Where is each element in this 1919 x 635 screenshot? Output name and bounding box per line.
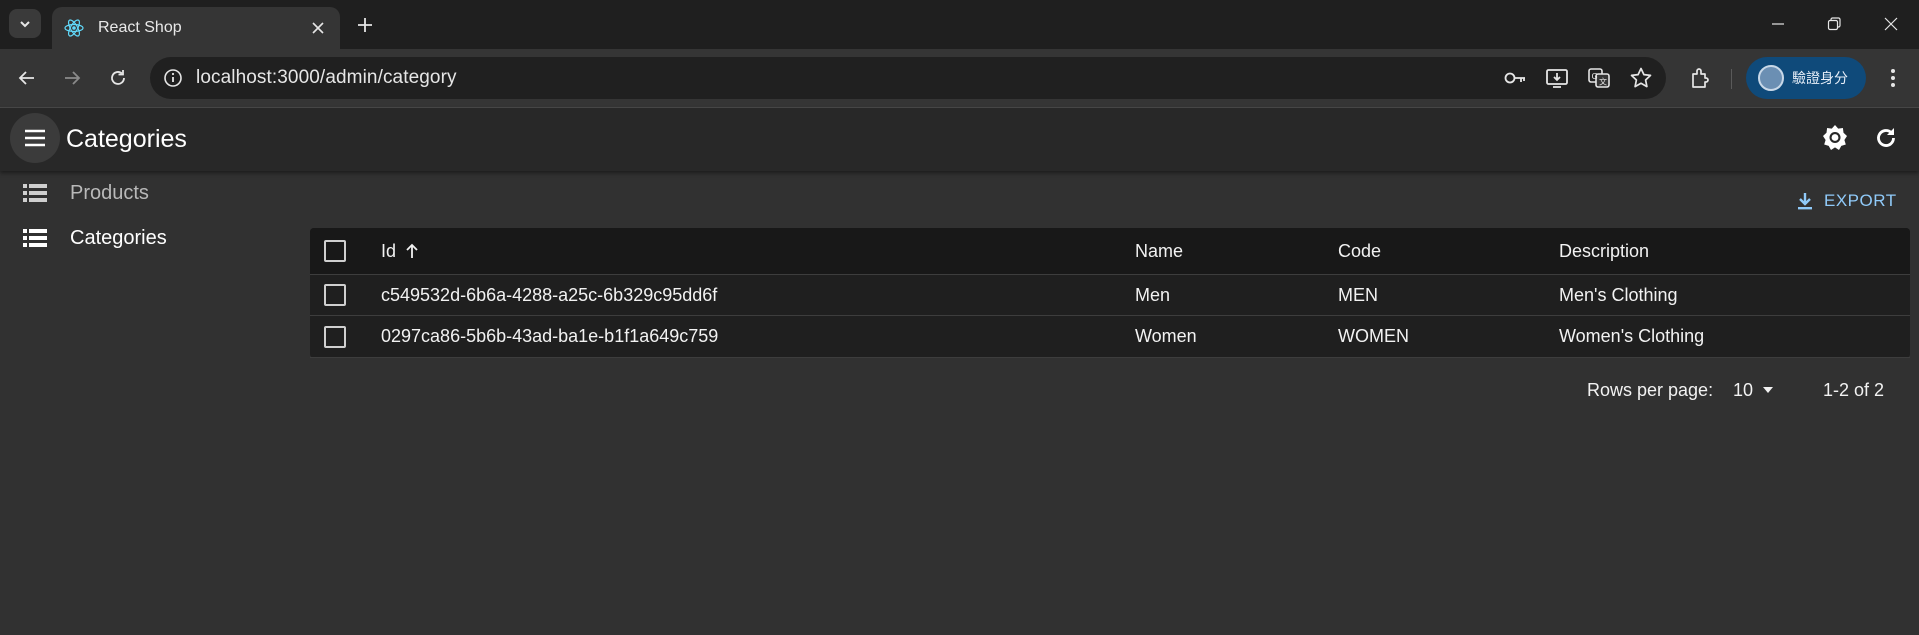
profile-button[interactable]: 驗證身分 — [1746, 57, 1866, 99]
column-label: Code — [1338, 240, 1382, 261]
column-label: Name — [1135, 240, 1184, 261]
refresh-icon — [1877, 128, 1895, 147]
svg-text:G: G — [1592, 72, 1598, 81]
cell-id: c549532d-6b6a-4288-a25c-6b329c95dd6f — [381, 284, 718, 305]
close-tab-icon[interactable] — [308, 18, 328, 38]
plus-icon — [358, 18, 372, 32]
profile-label: 驗證身分 — [1792, 70, 1848, 86]
cell-code: WOMEN — [1338, 326, 1409, 346]
rows-per-page-value: 10 — [1733, 379, 1754, 400]
password-key-icon[interactable] — [1502, 65, 1528, 91]
sidebar-item-label: Products — [70, 181, 149, 204]
react-icon — [64, 18, 84, 38]
reload-icon — [111, 70, 125, 85]
column-label: Description — [1559, 240, 1650, 261]
minimize-button[interactable] — [1763, 10, 1793, 38]
browser-tab[interactable]: React Shop — [52, 7, 340, 49]
list-icon — [22, 225, 48, 251]
refresh-button[interactable] — [1868, 120, 1904, 156]
export-button[interactable]: EXPORT — [1796, 186, 1897, 216]
reload-button[interactable] — [103, 63, 133, 93]
column-header-description[interactable]: Description — [1559, 228, 1649, 274]
translate-icon[interactable]: G文 — [1586, 65, 1612, 91]
download-icon — [1798, 193, 1812, 210]
close-icon — [1884, 17, 1898, 31]
close-window-button[interactable] — [1876, 10, 1906, 38]
brightness-icon — [1823, 125, 1847, 150]
minimize-icon — [1772, 23, 1784, 25]
cell-name: Men — [1135, 284, 1171, 305]
menu-toggle-button[interactable] — [10, 113, 60, 163]
rows-per-page-select[interactable]: 10 — [1733, 375, 1775, 405]
back-button[interactable] — [12, 63, 42, 93]
site-info-icon[interactable] — [162, 67, 184, 89]
cell-description: Women's Clothing — [1559, 326, 1705, 346]
app-bar: Categories — [0, 108, 1919, 171]
sidebar-item-categories[interactable]: Categories — [0, 216, 300, 260]
chevron-down-icon — [20, 20, 30, 27]
arrow-up-sort-icon[interactable] — [404, 242, 420, 260]
row-checkbox[interactable] — [324, 316, 346, 357]
hamburger-menu-icon — [25, 129, 45, 147]
url-text[interactable]: localhost:3000/admin/category — [196, 67, 457, 89]
arrow-right-icon — [65, 71, 81, 85]
list-icon — [22, 180, 48, 206]
row-checkbox[interactable] — [324, 275, 346, 315]
browser-toolbar: localhost:3000/admin/category G文 驗證身分 — [0, 49, 1919, 108]
select-all-checkbox[interactable] — [324, 228, 346, 274]
arrow-left-icon — [18, 71, 34, 85]
restore-button[interactable] — [1819, 10, 1849, 38]
bookmark-star-icon[interactable] — [1628, 65, 1654, 91]
forward-button[interactable] — [57, 63, 87, 93]
table-row[interactable]: 0297ca86-5b6b-43ad-ba1e-b1f1a649c759 Wom… — [310, 316, 1910, 358]
avatar — [1758, 65, 1784, 91]
restore-icon — [1827, 17, 1841, 31]
cell-id: 0297ca86-5b6b-43ad-ba1e-b1f1a649c759 — [381, 326, 719, 346]
caret-down-icon — [1763, 387, 1774, 393]
table-row[interactable]: c549532d-6b6a-4288-a25c-6b329c95dd6f Men… — [310, 275, 1910, 316]
browser-tabstrip: React Shop — [0, 0, 1919, 49]
page-title: Categories — [66, 125, 187, 153]
pagination-range: 1-2 of 2 — [1823, 379, 1885, 400]
tab-title: React Shop — [98, 19, 182, 36]
extensions-puzzle-icon[interactable] — [1687, 64, 1715, 92]
categories-grid: Id Name Code Description c549532d-6b6a-4… — [310, 228, 1910, 358]
column-header-id[interactable]: Id — [381, 228, 420, 274]
svg-text:文: 文 — [1599, 77, 1607, 87]
grid-header-row: Id Name Code Description — [310, 228, 1910, 275]
address-bar[interactable]: localhost:3000/admin/category G文 — [150, 57, 1666, 99]
cell-code: MEN — [1338, 284, 1378, 305]
column-label: Id — [381, 240, 397, 261]
cell-description: Men's Clothing — [1559, 284, 1678, 305]
column-header-name[interactable]: Name — [1135, 228, 1183, 274]
new-tab-button[interactable] — [352, 12, 378, 38]
export-label: EXPORT — [1824, 191, 1897, 210]
toolbar-divider — [1731, 69, 1732, 89]
rows-per-page-label: Rows per page: — [1587, 379, 1714, 400]
more-vert-icon — [1891, 69, 1895, 87]
install-app-icon[interactable] — [1544, 65, 1570, 91]
theme-toggle-button[interactable] — [1817, 120, 1853, 156]
sidebar-item-label: Categories — [70, 226, 167, 249]
browser-menu-button[interactable] — [1878, 63, 1908, 93]
cell-name: Women — [1135, 326, 1197, 346]
tab-search-button[interactable] — [9, 9, 41, 38]
sidebar-item-products[interactable]: Products — [0, 171, 300, 215]
column-header-code[interactable]: Code — [1338, 228, 1381, 274]
